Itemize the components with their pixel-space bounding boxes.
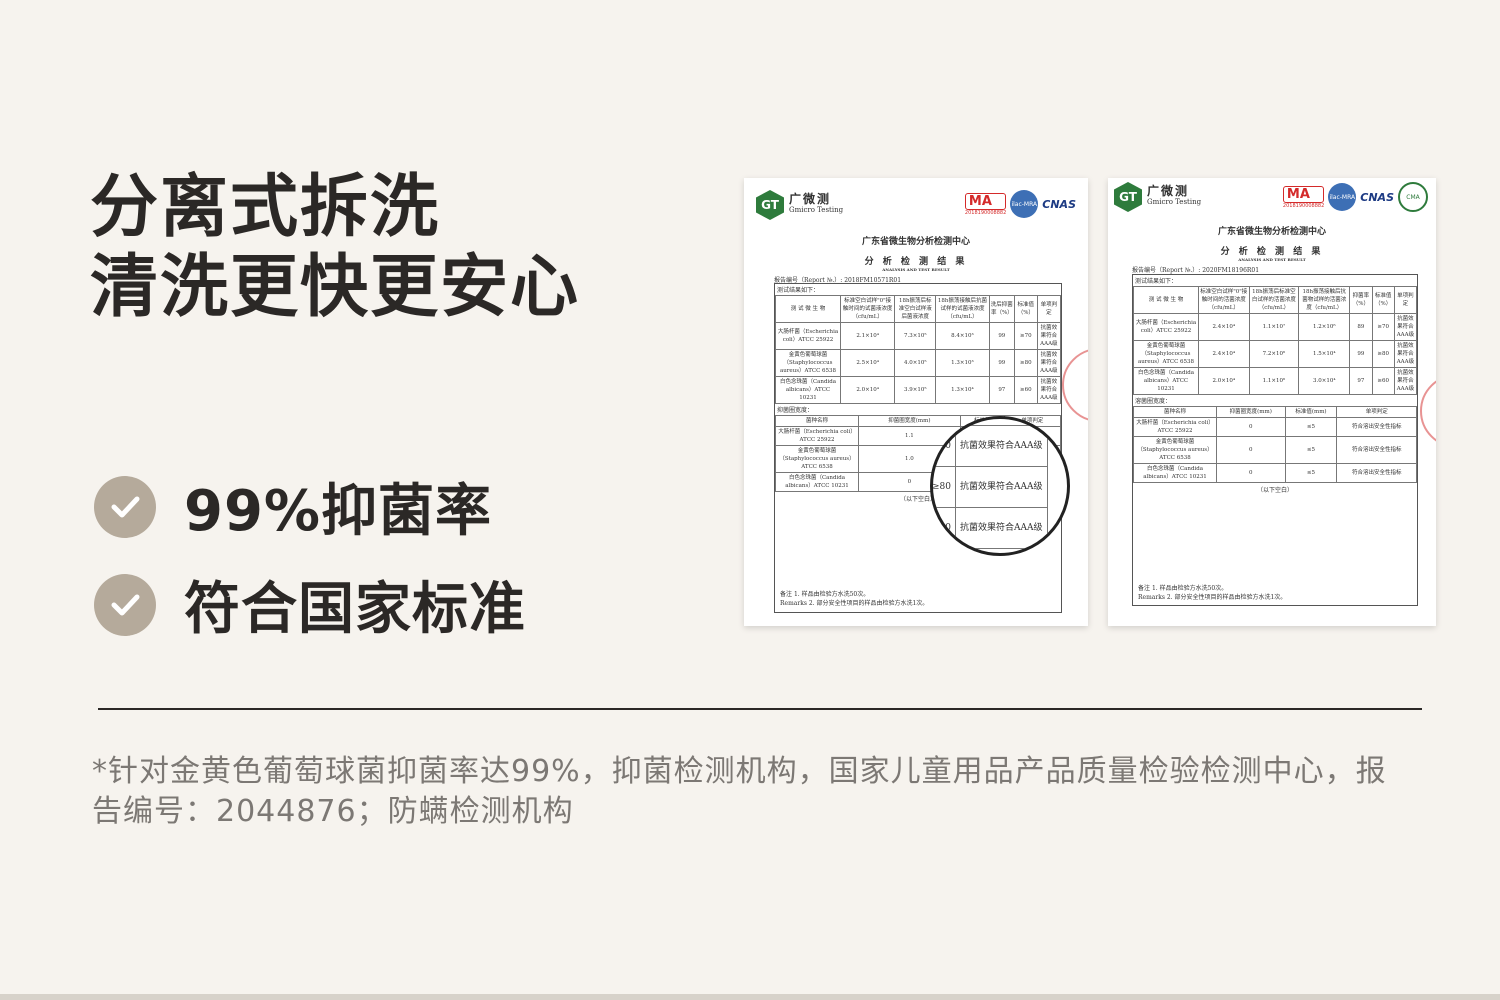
certification-marks: MA 2018190008882 ilac-MRA CNAS [964,190,1076,218]
table-row: 金黄色葡萄球菌（Staphylococcus aureus）ATCC 6538 0… [1133,436,1417,464]
section-heading: 测试结果如下： [777,287,820,294]
cnas-icon: CNAS [1360,190,1394,204]
divider [98,708,1422,710]
feature-label: 符合国家标准 [184,577,526,642]
table-row: 金黄色葡萄球菌（Staphylococcus aureus）ATCC 6538 2… [775,349,1062,377]
table-row: ≥60 抗菌效果符合AAA级 [933,507,1048,549]
table-row: 白色念珠菌（Candida albicans）ATCC 10231 2.0×10⁴… [1133,367,1418,395]
report-title: 广东省微生物分析检测中心 [1217,227,1326,237]
footnote: *针对金黄色葡萄球菌抑菌率达99%，抑菌检测机构，国家儿童用品产品质量检验检测中… [92,754,1387,829]
magnified-results: ≥70 抗菌效果符合AAA级 ≥80 抗菌效果符合AAA级 ≥60 抗菌效果符合AAA… [930,416,1070,556]
section-heading: 抑菌圈宽度： [777,407,814,414]
table-row: 金黄色葡萄球菌（Staphylococcus aureus）ATCC 6538 2… [1133,340,1418,368]
table-row: 白色念珠菌（Candida albicans）ATCC 10231 0 ≤5 符合溶出… [1133,463,1417,483]
remarks: 备注 1. 样品由检验方水洗50次。 Remarks 2. 部分安全性项目的样品… [1138,585,1287,601]
test-report-1: GT 广微测 Gmicro Testing MA 2018190008882 i… [744,178,1088,626]
report-title: 广东省微生物分析检测中心 [861,237,970,247]
cma-mark-icon: MA [964,192,1007,210]
end-note: （以下空白） [1256,487,1293,494]
report-subtitle-en: ANALYSIS AND TEST RESULT [882,267,950,272]
table-row: ≥80 抗菌效果符合AAA级 [933,466,1048,508]
table-row: 大肠杆菌（Escherichia coli）ATCC 25922 2.4×10⁴ 1… [1133,313,1418,341]
report-table-frame: 测试结果如下： 测 试 微 生 物 标准空白试样"0"接触时间的活菌浓度（cfu… [1132,274,1418,606]
dissolution-table: 菌种名称 抑菌圈宽度(mm) 标准值(mm) 单项判定 大肠杆菌（Escheri… [1133,406,1417,483]
report-subtitle-en: ANALYSIS AND TEST RESULT [1238,257,1306,262]
check-icon [94,475,156,538]
gt-logo-icon: GT [756,190,784,220]
magnified-table: ≥70 抗菌效果符合AAA级 ≥80 抗菌效果符合AAA级 ≥60 抗菌效果符合AAA… [933,425,1048,549]
result-table: 测 试 微 生 物 标准空白试样"0"接触时间的试菌液浓度（cfu/mL） 18… [775,295,1062,404]
headline-line-2: 清洗更快更安心 [90,248,581,327]
certification-marks: MA 2018190008882 ilac-MRA CNAS CMA [1282,182,1428,212]
ma-code: 2018190008882 [964,209,1007,216]
feature-item-national-standard: 符合国家标准 [94,564,526,645]
table-row: 大肠杆菌（Escherichia coli）ATCC 25922 0 ≤5 符合溶出安… [1133,417,1417,437]
report-subtitle: 分 析 检 测 结 果 [1220,247,1324,257]
report-subtitle: 分 析 检 测 结 果 [864,257,968,267]
ilac-mra-icon: ilac-MRA [1328,183,1357,211]
table-row: 白色念珠菌（Candida albicans）ATCC 10231 2.0×10⁴… [775,376,1062,404]
cma-seal-icon: CMA [1398,182,1428,212]
logo-name: 广微测 [1147,184,1190,198]
gt-logo-icon: GT [1114,182,1142,212]
bottom-strip [0,994,1500,1000]
headline: 分离式拆洗 清洗更快更安心 [90,168,580,328]
headline-line-1: 分离式拆洗 [90,168,441,247]
ma-code: 2018190008882 [1282,202,1325,209]
table-row: 大肠杆菌（Escherichia coli）ATCC 25922 2.1×10⁴ 7… [775,322,1062,350]
gmicro-logo: GT 广微测 Gmicro Testing [1114,182,1201,212]
logo-name: 广微测 [789,192,832,206]
remarks: 备注 1. 样品由检验方水洗50次。 Remarks 2. 部分安全性项目的样品… [780,591,929,607]
test-report-2: GT 广微测 Gmicro Testing MA 2018190008882 i… [1108,178,1436,626]
table-row: ≥70 抗菌效果符合AAA级 [933,425,1048,467]
cnas-icon: CNAS [1042,197,1076,211]
red-stamp-icon: ★ [1420,374,1436,448]
section-heading: 溶菌圈宽度： [1135,398,1172,405]
result-table: 测 试 微 生 物 标准空白试样"0"接触时间的活菌浓度（cfu/mL） 18h… [1133,286,1418,395]
logo-english: Gmicro Testing [1147,198,1202,206]
gmicro-logo: GT 广微测 Gmicro Testing [756,190,843,220]
feature-item-antibacterial: 99%抑菌率 [94,466,492,547]
check-icon [94,573,156,636]
ilac-mra-icon: ilac-MRA [1010,190,1039,218]
report-number: 报告编号（Report №.）: 2020FM18196R01 [1132,267,1260,274]
section-heading: 测试结果如下： [1135,278,1178,285]
cma-mark-icon: MA [1282,185,1325,203]
red-stamp-icon: ★ [1062,348,1088,422]
feature-label: 99%抑菌率 [184,479,493,544]
logo-english: Gmicro Testing [789,206,844,214]
